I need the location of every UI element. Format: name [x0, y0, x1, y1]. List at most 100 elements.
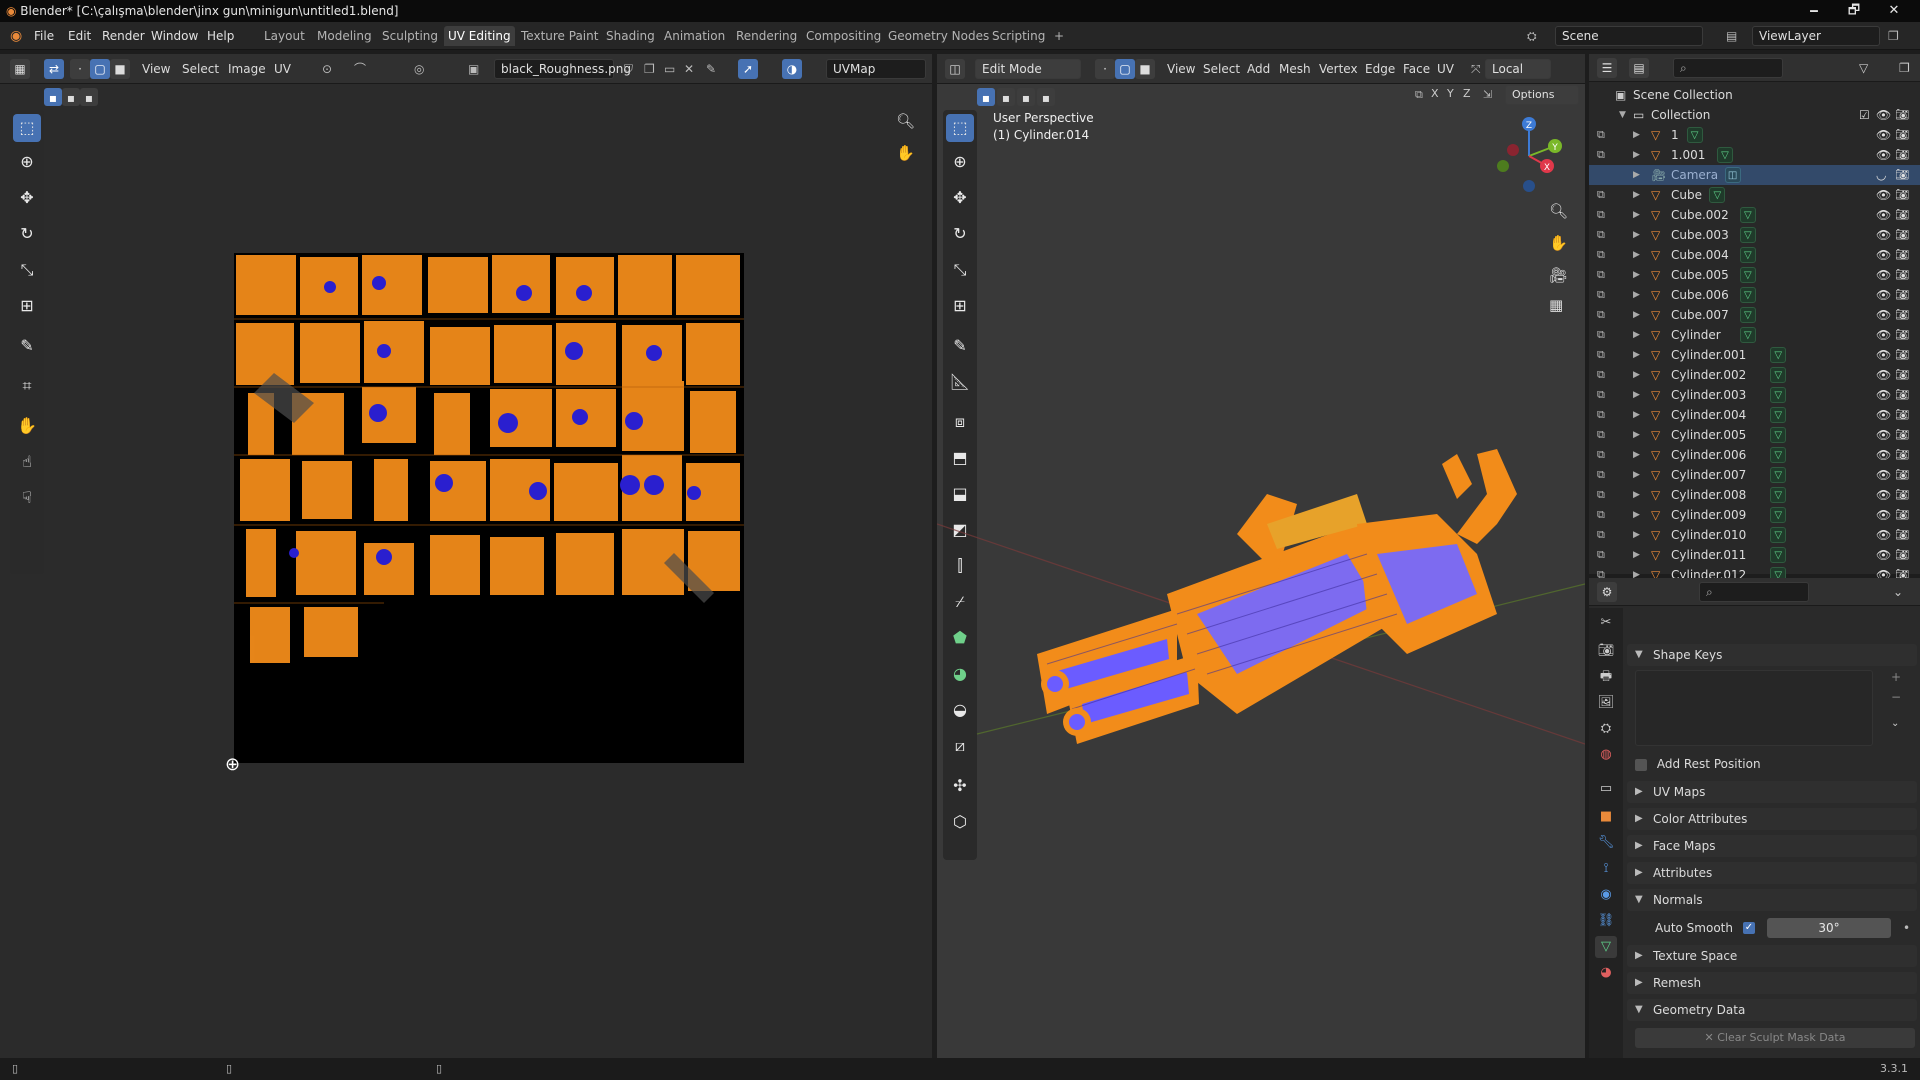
geometry-data-panel[interactable]: ▼ Geometry Data: [1627, 999, 1917, 1021]
select-toggle-icon[interactable]: ⧉: [1597, 328, 1611, 342]
constraints-tab-icon[interactable]: ⛓: [1595, 910, 1617, 932]
render-camera-icon[interactable]: 📷︎: [1895, 505, 1909, 525]
2d-cursor-icon[interactable]: ⊕: [225, 754, 240, 775]
hidden-eye-icon[interactable]: ◡: [1876, 165, 1886, 185]
mesh-data-icon[interactable]: ▽: [1770, 427, 1787, 443]
outliner-row-cylinder-006[interactable]: ⧉ ▶ ▽ Cylinder.006 ▽ 👁︎ 📷︎: [1589, 445, 1920, 465]
proportional-edit-icon[interactable]: ◎: [410, 59, 428, 79]
cursor-tool[interactable]: ⊕: [13, 148, 41, 176]
properties-options-icon[interactable]: ⌄: [1889, 582, 1907, 602]
collection-checkbox[interactable]: ☑: [1859, 105, 1870, 125]
camera-data-icon[interactable]: ◫: [1724, 167, 1741, 183]
select-toggle-icon[interactable]: ⧉: [1597, 508, 1611, 522]
object-name[interactable]: Camera: [1671, 165, 1718, 185]
edge-select-icon[interactable]: ▢: [90, 59, 110, 79]
outliner-row-cylinder-008[interactable]: ⧉ ▶ ▽ Cylinder.008 ▽ 👁︎ 📷︎: [1589, 485, 1920, 505]
uv-sync-selection-icon[interactable]: ⇄: [44, 59, 64, 79]
close-button[interactable]: ✕: [1874, 0, 1914, 22]
add-rest-position-row[interactable]: Add Rest Position: [1635, 754, 1761, 774]
menu-edit[interactable]: Edit: [68, 27, 91, 45]
select-toggle-icon[interactable]: ⧉: [1597, 528, 1611, 542]
expand-arrow-icon[interactable]: ▶: [1633, 545, 1640, 565]
face-select-icon[interactable]: ■: [110, 59, 130, 79]
menu-file[interactable]: File: [34, 27, 54, 45]
outliner-row-cube[interactable]: ⧉ ▶ ▽ Cube ▽ 👁︎ 📷︎: [1589, 185, 1920, 205]
select-toggle-icon[interactable]: ⧉: [1597, 208, 1611, 222]
menu-help[interactable]: Help: [207, 27, 234, 45]
outliner-search-input[interactable]: ⌕: [1673, 58, 1783, 78]
scene-selector[interactable]: Scene: [1555, 26, 1703, 46]
outliner-row-cylinder-010[interactable]: ⧉ ▶ ▽ Cylinder.010 ▽ 👁︎ 📷︎: [1589, 525, 1920, 545]
tab-shading[interactable]: Shading: [602, 26, 659, 46]
menu-window[interactable]: Window: [151, 27, 198, 45]
expand-arrow-icon[interactable]: ▶: [1633, 325, 1640, 345]
editor-type-icon[interactable]: ▦: [10, 59, 30, 79]
select-toggle-icon[interactable]: ⧉: [1597, 428, 1611, 442]
view-layer-tab-icon[interactable]: 🖼︎: [1595, 692, 1617, 714]
select-box-tool[interactable]: ⬚: [13, 114, 41, 142]
tab-sculpting[interactable]: Sculpting: [378, 26, 442, 46]
render-camera-icon[interactable]: 📷︎: [1895, 225, 1909, 245]
outliner-row-cube-004[interactable]: ⧉ ▶ ▽ Cube.004 ▽ 👁︎ 📷︎: [1589, 245, 1920, 265]
mesh-data-icon[interactable]: ▽: [1686, 127, 1703, 143]
mesh-data-icon[interactable]: ▽: [1770, 367, 1787, 383]
outliner-row-cylinder-001[interactable]: ⧉ ▶ ▽ Cylinder.001 ▽ 👁︎ 📷︎: [1589, 345, 1920, 365]
rip-tool[interactable]: ⌗: [13, 372, 41, 400]
outliner-row-cylinder-009[interactable]: ⧉ ▶ ▽ Cylinder.009 ▽ 👁︎ 📷︎: [1589, 505, 1920, 525]
tab-layout[interactable]: Layout: [260, 26, 309, 46]
remesh-panel[interactable]: ▶ Remesh: [1627, 972, 1917, 994]
expand-arrow-icon[interactable]: ▶: [1633, 425, 1640, 445]
outliner-row-cube-003[interactable]: ⧉ ▶ ▽ Cube.003 ▽ 👁︎ 📷︎: [1589, 225, 1920, 245]
render-camera-icon[interactable]: 📷︎: [1895, 525, 1909, 545]
render-camera-icon[interactable]: 📷︎: [1895, 305, 1909, 325]
texture-space-panel[interactable]: ▶ Texture Space: [1627, 945, 1917, 967]
uv-menu-select[interactable]: Select: [178, 59, 223, 79]
menu-render[interactable]: Render: [102, 27, 145, 45]
select-toggle-icon[interactable]: ⧉: [1597, 468, 1611, 482]
3d-viewport[interactable]: ◫ Edit Mode · ▢ ■ View Select Add Mesh V…: [937, 54, 1585, 1058]
transform-tool[interactable]: ⊞: [13, 292, 41, 320]
view-layer-selector[interactable]: ViewLayer: [1752, 26, 1880, 46]
display-mode-icon[interactable]: ▤: [1629, 58, 1649, 78]
material-tab-icon[interactable]: ◕: [1595, 962, 1617, 984]
select-toggle-icon[interactable]: ⧉: [1597, 248, 1611, 262]
shape-key-remove-button[interactable]: −: [1891, 690, 1901, 704]
object-name[interactable]: Cylinder.006: [1671, 445, 1746, 465]
select-toggle-icon[interactable]: ⧉: [1597, 308, 1611, 322]
mesh-data-icon[interactable]: ▽: [1770, 527, 1787, 543]
gizmo-toggle-icon[interactable]: ➚: [738, 59, 758, 79]
eye-icon[interactable]: 👁︎: [1876, 405, 1891, 425]
zoom-icon[interactable]: 🔍︎: [896, 112, 915, 130]
outliner-row-cylinder-002[interactable]: ⧉ ▶ ▽ Cylinder.002 ▽ 👁︎ 📷︎: [1589, 365, 1920, 385]
object-name[interactable]: Cylinder.010: [1671, 525, 1746, 545]
mesh-data-icon[interactable]: ▽: [1770, 547, 1787, 563]
world-tab-icon[interactable]: ◍: [1595, 744, 1617, 766]
rotate-tool[interactable]: ↻: [13, 220, 41, 248]
new-collection-icon[interactable]: ❐: [1895, 58, 1914, 78]
uv-menu-image[interactable]: Image: [224, 59, 270, 79]
relax-tool[interactable]: ☝: [13, 448, 41, 476]
object-tab-icon[interactable]: ■: [1595, 806, 1617, 828]
expand-arrow-icon[interactable]: ▶: [1633, 345, 1640, 365]
grab-tool[interactable]: ✋: [13, 412, 41, 440]
collection-tab-icon[interactable]: ▭: [1595, 778, 1617, 800]
shape-key-specials-icon[interactable]: ⌄: [1891, 718, 1899, 729]
tab-uv-editing[interactable]: UV Editing: [444, 26, 515, 46]
expand-arrow-icon[interactable]: ▶: [1633, 365, 1640, 385]
object-name[interactable]: Cylinder.011: [1671, 545, 1746, 565]
render-camera-icon[interactable]: 📷︎: [1895, 145, 1909, 165]
mesh-data-icon[interactable]: ▽: [1770, 487, 1787, 503]
outliner-row-cylinder[interactable]: ⧉ ▶ ▽ Cylinder ▽ 👁︎ 📷︎: [1589, 325, 1920, 345]
blender-menu-icon[interactable]: ◉: [10, 27, 22, 45]
eye-icon[interactable]: 👁︎: [1876, 125, 1891, 145]
select-toggle-icon[interactable]: ⧉: [1597, 228, 1611, 242]
physics-tab-icon[interactable]: ◉: [1595, 884, 1617, 906]
collection-row[interactable]: ▼ ▭ Collection ☑ 👁︎ 📷︎: [1589, 105, 1920, 125]
select-box-new-icon[interactable]: ▪: [44, 88, 62, 106]
image-browse-icon[interactable]: ▣: [464, 59, 483, 79]
tab-compositing[interactable]: Compositing: [802, 26, 885, 46]
pan-hand-icon[interactable]: ✋: [896, 144, 915, 162]
expand-arrow-icon[interactable]: ▶: [1633, 385, 1640, 405]
render-camera-icon[interactable]: 📷︎: [1895, 485, 1909, 505]
select-toggle-icon[interactable]: ⧉: [1597, 368, 1611, 382]
